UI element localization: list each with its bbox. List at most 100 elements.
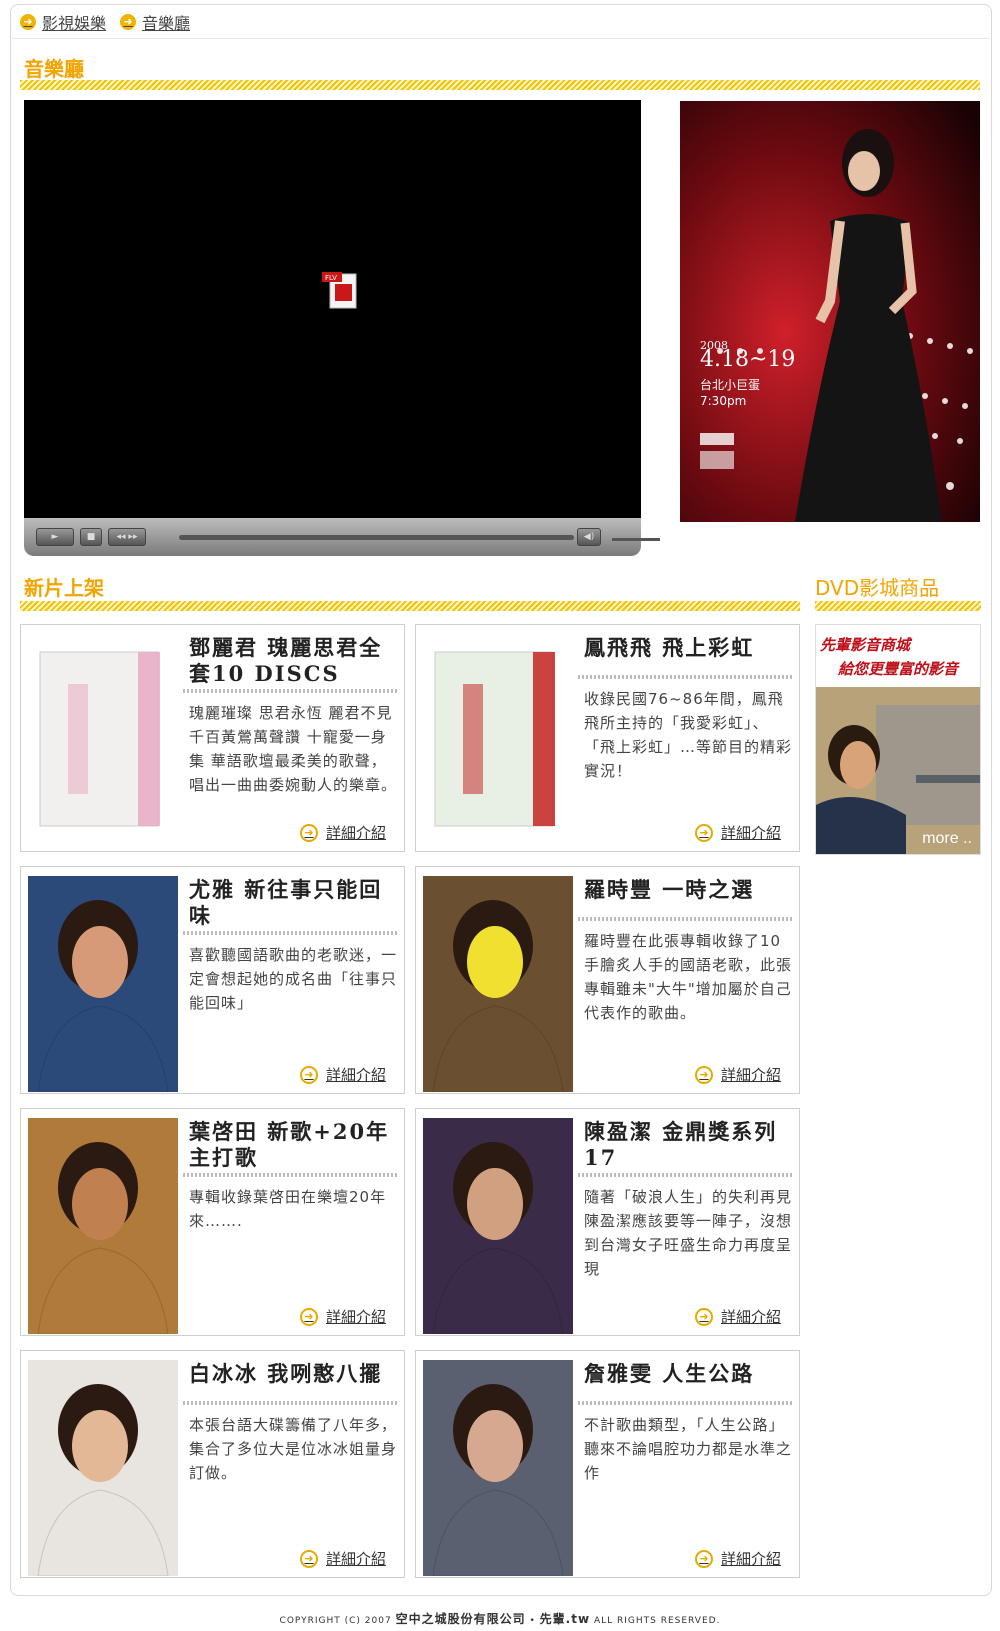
breadcrumb-item-music-hall[interactable]: ➜ 音樂廳 <box>120 10 190 34</box>
dotted-divider <box>578 917 794 921</box>
arrow-circle-icon: ➜ <box>299 1065 318 1084</box>
new-releases-title: 新片上架 <box>24 576 104 600</box>
arrow-circle-icon: ➜ <box>299 1307 318 1326</box>
music-hall-title: 音樂廳 <box>24 57 84 81</box>
product-thumbnail[interactable] <box>423 876 573 1092</box>
poster-time: 7:30pm <box>700 394 746 408</box>
product-title[interactable]: 陳盈潔 金鼎獎系列17 <box>584 1119 794 1171</box>
product-cover-image <box>423 634 573 850</box>
product-description: 隨著「破浪人生」的失利再見陳盈潔應該要等一陣子，沒想到台灣女子旺盛生命力再度呈現 <box>584 1188 793 1278</box>
product-thumbnail[interactable] <box>28 876 178 1092</box>
detail-link[interactable]: ➜ 詳細介紹 <box>299 1064 386 1085</box>
dotted-divider <box>578 1173 794 1177</box>
product-description: 羅時豐在此張專輯收錄了10手膾炙人手的國語老歌，此張專輯雖未"大牛"增加屬於自己… <box>584 932 793 1022</box>
detail-link-label: 詳細介紹 <box>720 1308 781 1326</box>
volume-icon[interactable]: ◀) <box>577 528 601 546</box>
player-controls: ► ■ ◂◂ ▸▸ ◀) <box>24 518 660 556</box>
product-cover-image <box>28 1360 178 1576</box>
detail-link-label: 詳細介紹 <box>720 1066 781 1084</box>
arrow-circle-icon: ➜ <box>299 823 318 842</box>
arrow-circle-icon: ➜ <box>20 14 36 30</box>
product-thumbnail[interactable] <box>28 634 178 850</box>
product-cover-image <box>28 876 178 1092</box>
product-title[interactable]: 葉啓田 新歌+20年主打歌 <box>189 1119 399 1171</box>
dotted-divider <box>183 1401 399 1405</box>
detail-link-label: 詳細介紹 <box>720 1550 781 1568</box>
product-description: 收錄民國76~86年間，鳳飛飛所主持的「我愛彩虹」、「飛上彩虹」…等節目的精彩實… <box>584 690 793 780</box>
dvd-store-banner[interactable]: 先輩影音商城 給您更豐富的影音 more .. <box>815 624 981 855</box>
product-card: 葉啓田 新歌+20年主打歌 專輯收錄葉啓田在樂壇20年來……. ➜ 詳細介紹 <box>20 1108 405 1336</box>
poster-dates: 4.18~19 <box>700 347 795 372</box>
detail-link[interactable]: ➜ 詳細介紹 <box>694 1306 781 1327</box>
product-cover-image <box>423 876 573 1092</box>
breadcrumb-item-entertainment[interactable]: ➜ 影視娛樂 <box>20 10 106 34</box>
product-thumbnail[interactable] <box>423 1360 573 1576</box>
footer: COPYRIGHT (C) 2007 空中之城股份有限公司 • 先輩.tw AL… <box>0 1610 1000 1627</box>
footer-company: 空中之城股份有限公司 <box>395 1612 526 1626</box>
section-stripe <box>815 601 981 611</box>
dvd-banner-text: 先輩影音商城 給您更豐富的影音 <box>820 633 980 681</box>
divider <box>12 38 990 39</box>
arrow-circle-icon: ➜ <box>694 823 713 842</box>
detail-link[interactable]: ➜ 詳細介紹 <box>694 1064 781 1085</box>
product-card: 鄧麗君 瑰麗思君全套10 DISCS 瑰麗璀璨 思君永恆 麗君不見 千百黃鶯萬聲… <box>20 624 405 852</box>
footer-copyright: COPYRIGHT (C) 2007 <box>279 1616 392 1626</box>
dotted-divider <box>183 931 399 935</box>
detail-link[interactable]: ➜ 詳細介紹 <box>694 1548 781 1569</box>
breadcrumb-label: 音樂廳 <box>142 14 191 33</box>
poster-image: 2008 4.18~19 台北小巨蛋 7:30pm <box>680 101 980 522</box>
product-description: 喜歡聽國語歌曲的老歌迷，一定會想起她的成名曲「往事只能回味」 <box>189 946 398 1012</box>
detail-link-label: 詳細介紹 <box>325 1066 386 1084</box>
detail-link[interactable]: ➜ 詳細介紹 <box>299 822 386 843</box>
product-cover-image <box>423 1118 573 1334</box>
arrow-circle-icon: ➜ <box>120 14 137 30</box>
product-card: 羅時豐 一時之選 羅時豐在此張專輯收錄了10手膾炙人手的國語老歌，此張專輯雖未"… <box>415 866 800 1094</box>
product-card: 詹雅雯 人生公路 不計歌曲類型，「人生公路」聽來不論唱腔功力都是水準之作 ➜ 詳… <box>415 1350 800 1578</box>
product-thumbnail[interactable] <box>423 1118 573 1334</box>
product-card: 鳳飛飛 飛上彩虹 收錄民國76~86年間，鳳飛飛所主持的「我愛彩虹」、「飛上彩虹… <box>415 624 800 852</box>
dvd-banner-line1: 先輩影音商城 <box>820 636 911 654</box>
breadcrumb-label: 影視娛樂 <box>42 14 107 33</box>
product-card: 陳盈潔 金鼎獎系列17 隨著「破浪人生」的失利再見陳盈潔應該要等一陣子，沒想到台… <box>415 1108 800 1336</box>
flv-file-icon: FLV <box>322 272 357 309</box>
video-screen[interactable]: FLV <box>24 100 641 518</box>
product-description: 本張台語大碟籌備了八年多，集合了多位大是位冰冰姐量身訂做。 <box>189 1416 398 1482</box>
product-title[interactable]: 白冰冰 我咧憨八擺 <box>189 1361 399 1387</box>
product-description: 瑰麗璀璨 思君永恆 麗君不見 千百黃鶯萬聲讚 十寵愛一身集 華語歌壇最柔美的歌聲… <box>189 704 398 794</box>
product-thumbnail[interactable] <box>423 634 573 850</box>
detail-link[interactable]: ➜ 詳細介紹 <box>694 822 781 843</box>
detail-link[interactable]: ➜ 詳細介紹 <box>299 1306 386 1327</box>
product-thumbnail[interactable] <box>28 1118 178 1334</box>
flv-badge: FLV <box>325 274 337 282</box>
dotted-divider <box>183 1173 399 1177</box>
concert-poster[interactable]: 2008 4.18~19 台北小巨蛋 7:30pm <box>680 101 980 522</box>
dotted-divider <box>183 689 399 693</box>
arrow-circle-icon: ➜ <box>694 1065 713 1084</box>
video-player[interactable]: FLV ► ■ ◂◂ ▸▸ ◀) <box>24 100 660 556</box>
product-cover-image <box>423 1360 573 1576</box>
arrow-circle-icon: ➜ <box>694 1307 713 1326</box>
play-button[interactable]: ► <box>36 528 74 546</box>
product-card: 白冰冰 我咧憨八擺 本張台語大碟籌備了八年多，集合了多位大是位冰冰姐量身訂做。 … <box>20 1350 405 1578</box>
product-thumbnail[interactable] <box>28 1360 178 1576</box>
product-title[interactable]: 詹雅雯 人生公路 <box>584 1361 794 1387</box>
dotted-divider <box>578 675 794 679</box>
stop-button[interactable]: ■ <box>80 528 102 546</box>
product-title[interactable]: 鄧麗君 瑰麗思君全套10 DISCS <box>189 635 399 687</box>
product-title[interactable]: 尤雅 新往事只能回味 <box>189 877 399 929</box>
product-title[interactable]: 羅時豐 一時之選 <box>584 877 794 903</box>
product-description: 不計歌曲類型，「人生公路」聽來不論唱腔功力都是水準之作 <box>584 1416 793 1482</box>
product-description: 專輯收錄葉啓田在樂壇20年來……. <box>189 1188 387 1230</box>
section-stripe <box>20 80 980 90</box>
volume-slider[interactable] <box>612 538 660 541</box>
footer-separator: • <box>529 1616 536 1626</box>
detail-link[interactable]: ➜ 詳細介紹 <box>299 1548 386 1569</box>
product-title[interactable]: 鳳飛飛 飛上彩虹 <box>584 635 794 661</box>
skip-buttons[interactable]: ◂◂ ▸▸ <box>108 528 146 546</box>
footer-rights: ALL RIGHTS RESERVED. <box>593 1616 721 1626</box>
seek-bar[interactable] <box>179 535 574 540</box>
product-cover-image <box>28 1118 178 1334</box>
detail-link-label: 詳細介紹 <box>325 1550 386 1568</box>
dvd-banner-line2: 給您更豐富的影音 <box>838 660 959 678</box>
dvd-more-link[interactable]: more .. <box>922 830 972 848</box>
